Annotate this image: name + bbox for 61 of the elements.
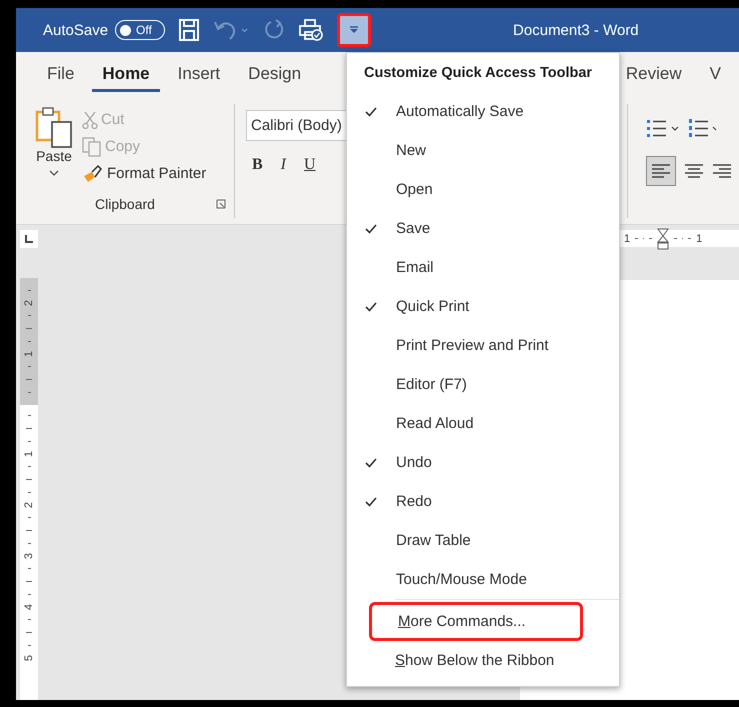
- format-button[interactable]: B: [252, 156, 263, 174]
- printer-icon[interactable]: [299, 19, 324, 41]
- checkmark-icon: [365, 106, 377, 116]
- ruler-number: 1: [624, 232, 630, 244]
- autosave-label: AutoSave: [43, 22, 108, 38]
- scissors-icon: [82, 110, 98, 128]
- checkmark-icon: [365, 224, 377, 234]
- menu-item[interactable]: Print Preview and Print: [347, 326, 619, 365]
- checkmark-icon: [365, 302, 377, 312]
- caret-icon[interactable]: [49, 170, 59, 176]
- dialog-launcher-icon[interactable]: [216, 199, 226, 209]
- ruler-number: 5: [23, 654, 35, 662]
- paste-label[interactable]: Paste: [36, 148, 72, 164]
- ruler-number: 2: [23, 502, 35, 508]
- ribbon-tab[interactable]: File: [37, 52, 84, 92]
- tab-selector[interactable]: [20, 230, 38, 248]
- ribbon-tab[interactable]: Home: [92, 52, 160, 92]
- copy-icon: [82, 136, 102, 156]
- menu-item[interactable]: Open: [347, 170, 619, 209]
- numbered-list-icon[interactable]: [688, 118, 718, 140]
- ruler-number: 1: [696, 232, 702, 244]
- ruler-number: 3: [23, 552, 35, 560]
- menu-item[interactable]: Redo: [347, 482, 619, 521]
- menu-item[interactable]: Email: [347, 248, 619, 287]
- menu-title: Customize Quick Access Toolbar: [363, 64, 594, 83]
- align-center-icon[interactable]: [684, 163, 704, 179]
- ribbon-tab[interactable]: Design: [238, 52, 312, 92]
- align-left-icon[interactable]: [646, 156, 676, 186]
- ribbon-tab[interactable]: Review: [616, 52, 692, 92]
- menu-item[interactable]: Show Below the Ribbon: [372, 641, 583, 680]
- menu-item[interactable]: Draw Table: [347, 521, 619, 560]
- menu-item[interactable]: Undo: [347, 443, 619, 482]
- bullet-list-icon[interactable]: [646, 118, 680, 140]
- autosave-toggle[interactable]: Off: [115, 20, 166, 40]
- align-right-icon[interactable]: [712, 163, 732, 179]
- window-title: Document3 - Word: [513, 22, 639, 38]
- menu-item[interactable]: Read Aloud: [347, 404, 619, 443]
- checkmark-icon: [365, 496, 377, 506]
- ruler-number: 2: [23, 300, 35, 306]
- customize-toolbar-button[interactable]: [337, 13, 372, 47]
- clipboard-command[interactable]: Format Painter: [82, 163, 234, 184]
- menu-item[interactable]: More Commands...: [369, 602, 583, 641]
- dropdown-icon: [349, 26, 360, 34]
- paintbrush-icon: [82, 164, 104, 184]
- group-label: Clipboard: [95, 196, 155, 212]
- save-icon[interactable]: [179, 19, 200, 41]
- ribbon-tab[interactable]: Insert: [168, 52, 230, 92]
- clipboard-icon[interactable]: [35, 106, 73, 148]
- indent-marker-icon[interactable]: [657, 228, 670, 250]
- menu-item[interactable]: Save: [347, 209, 619, 248]
- format-button[interactable]: U: [304, 156, 316, 174]
- format-button[interactable]: I: [280, 156, 286, 174]
- menu-item[interactable]: Editor (F7): [347, 365, 619, 404]
- ruler-number: 4: [23, 604, 35, 610]
- menu-item[interactable]: Quick Print: [347, 287, 619, 326]
- ruler-number: 1: [23, 350, 35, 358]
- menu-item[interactable]: Touch/Mouse Mode: [347, 560, 619, 599]
- ribbon-tab[interactable]: V: [700, 52, 731, 92]
- checkmark-icon: [365, 458, 377, 468]
- tab-stop-icon: [25, 234, 33, 242]
- ruler-number: 1: [23, 450, 35, 458]
